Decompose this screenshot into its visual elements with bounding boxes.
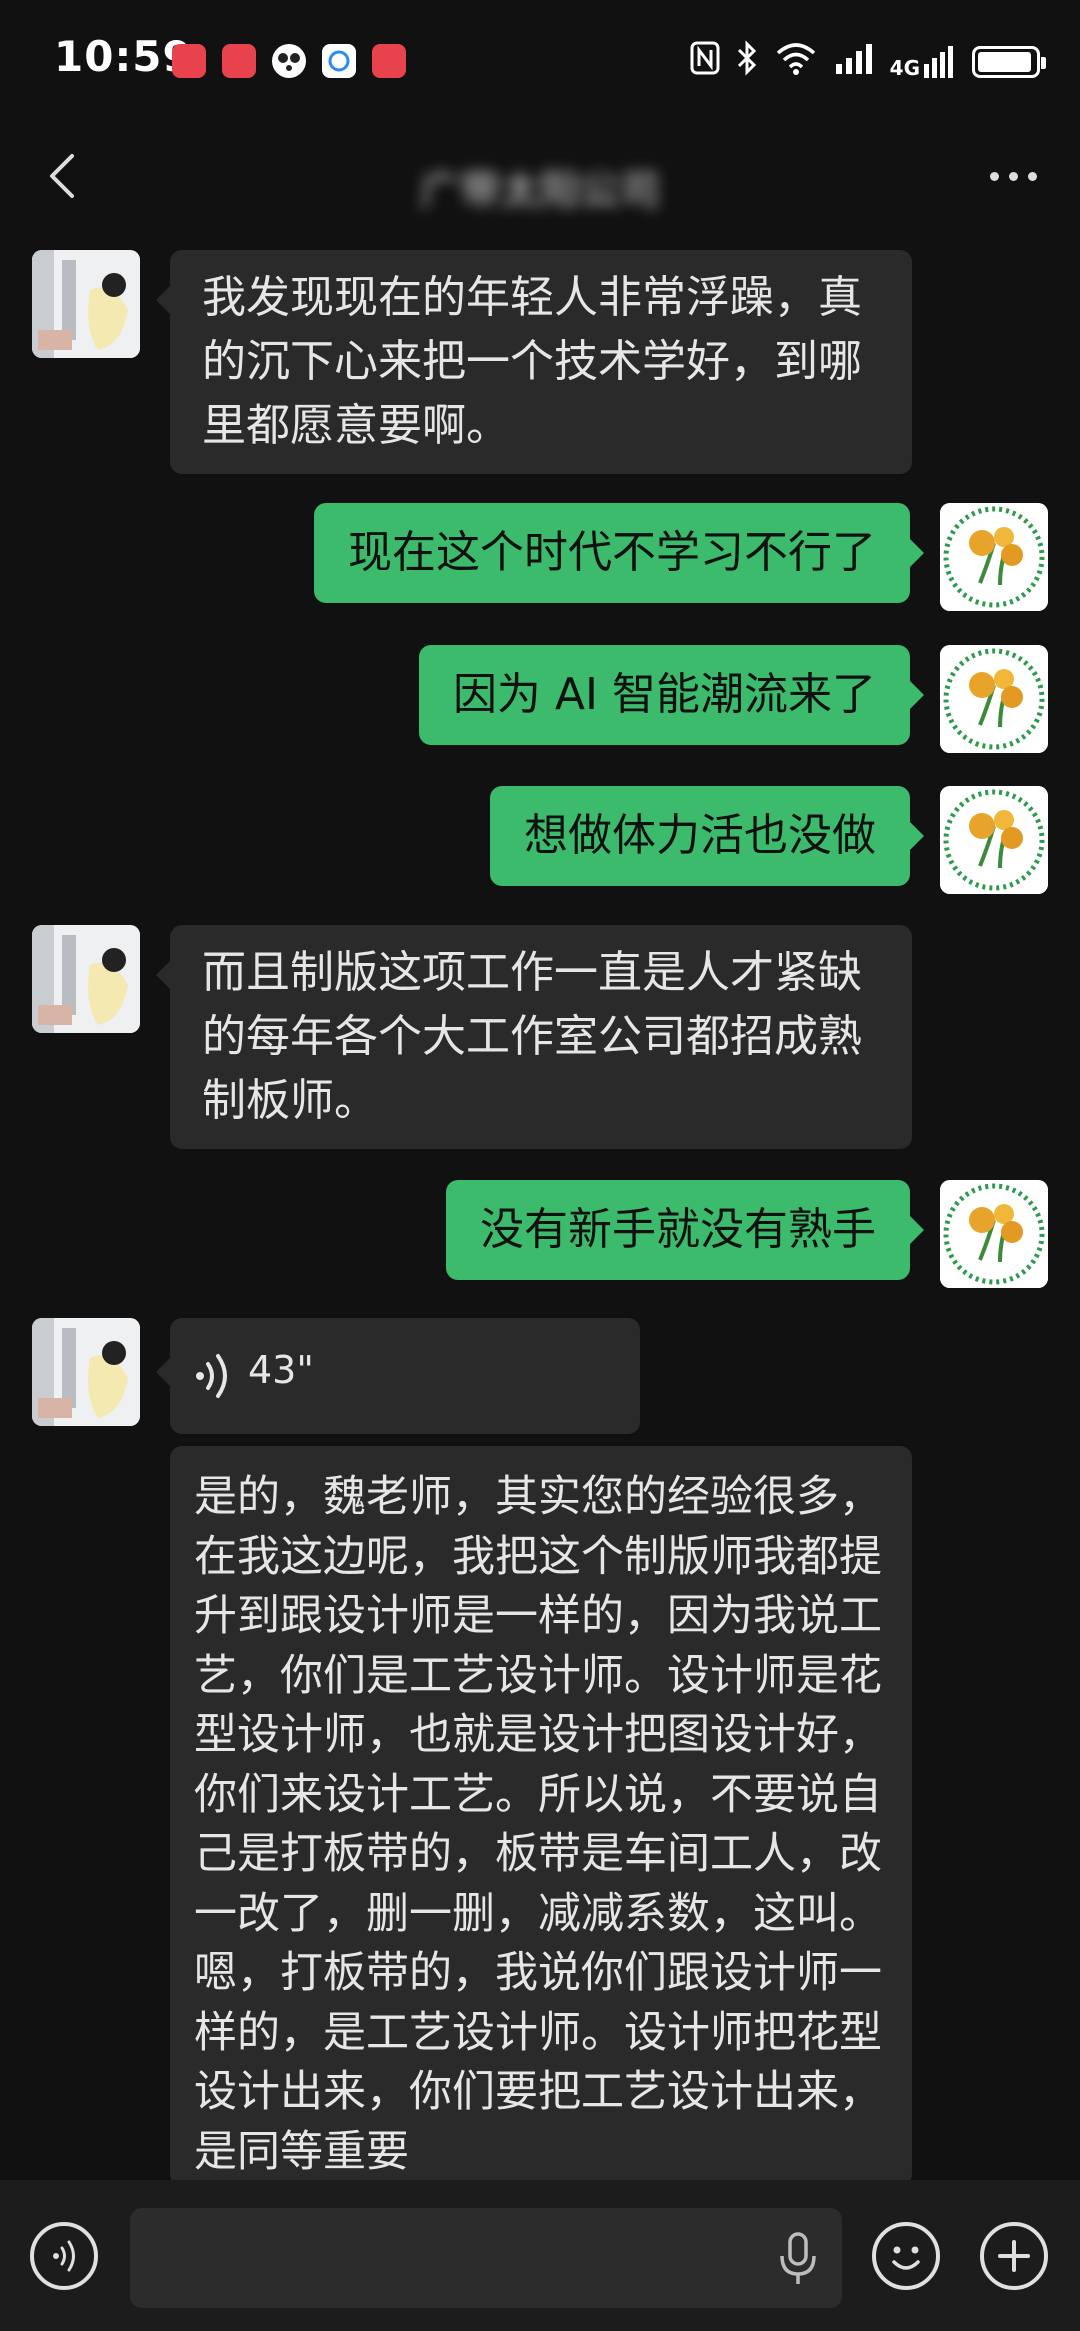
message-bubble-outgoing[interactable]: 想做体力活也没做: [490, 786, 924, 886]
microphone-icon[interactable]: [778, 2232, 818, 2290]
signal-4g-icon: 4G: [890, 46, 956, 78]
chat-title: 广带太阳公司: [420, 168, 660, 214]
chat-app-icon: [322, 44, 356, 78]
voice-message[interactable]: 43": [156, 1318, 640, 1434]
voice-toggle-icon[interactable]: [30, 2222, 98, 2290]
emoji-icon[interactable]: [872, 2222, 940, 2290]
huawei-app-icon: [172, 44, 206, 78]
my-avatar[interactable]: [940, 645, 1048, 753]
contact-avatar[interactable]: [32, 250, 140, 358]
network-label: 4G: [889, 56, 920, 80]
message-text: 想做体力活也没做: [524, 810, 876, 861]
message-bubble-incoming[interactable]: 而且制版这项工作一直是人才紧缺的每年各个大工作室公司都招成熟制板师。: [156, 925, 912, 1149]
huawei-app-icon: [372, 44, 406, 78]
bluetooth-icon: [736, 40, 758, 84]
panda-app-icon: [272, 44, 306, 78]
message-bubble-incoming[interactable]: 我发现现在的年轻人非常浮躁，真的沉下心来把一个技术学好，到哪里都愿意要啊。: [156, 250, 912, 474]
message-text: 现在这个时代不学习不行了: [348, 527, 876, 578]
my-avatar[interactable]: [940, 1180, 1048, 1288]
message-bubble-outgoing[interactable]: 没有新手就没有熟手: [446, 1180, 924, 1280]
more-dots-icon[interactable]: [984, 150, 1044, 200]
message-text: 没有新手就没有熟手: [480, 1204, 876, 1255]
battery-icon: [972, 46, 1046, 78]
status-bar: 10:59 4G: [0, 0, 1080, 120]
voice-duration: 43": [248, 1348, 314, 1392]
message-text: 我发现现在的年轻人非常浮躁，真的沉下心来把一个技术学好，到哪里都愿意要啊。: [202, 272, 862, 451]
my-avatar[interactable]: [940, 786, 1048, 894]
voice-transcript[interactable]: 是的，魏老师，其实您的经验很多，在我这边呢，我把这个制版师我都提升到跟设计师是一…: [170, 1446, 912, 2186]
voice-wave-icon: [192, 1352, 236, 1404]
chat-header: 广带太阳公司: [0, 120, 1080, 236]
message-bubble-outgoing[interactable]: 现在这个时代不学习不行了: [314, 503, 924, 603]
signal-icon: [834, 42, 874, 82]
huawei-app-icon: [222, 44, 256, 78]
message-text: 因为 AI 智能潮流来了: [452, 669, 876, 720]
transcript-text: 是的，魏老师，其实您的经验很多，在我这边呢，我把这个制版师我都提升到跟设计师是一…: [194, 1472, 882, 2177]
my-avatar[interactable]: [940, 503, 1048, 611]
input-bar: [0, 2180, 1080, 2331]
nfc-icon: [690, 41, 720, 83]
contact-avatar[interactable]: [32, 1318, 140, 1426]
battery-level: [978, 52, 1031, 72]
wifi-icon: [774, 41, 818, 83]
message-bubble-outgoing[interactable]: 因为 AI 智能潮流来了: [418, 645, 925, 745]
message-input[interactable]: [130, 2208, 842, 2308]
contact-avatar[interactable]: [32, 925, 140, 1033]
plus-icon[interactable]: [980, 2222, 1048, 2290]
message-text: 而且制版这项工作一直是人才紧缺的每年各个大工作室公司都招成熟制板师。: [202, 947, 862, 1126]
